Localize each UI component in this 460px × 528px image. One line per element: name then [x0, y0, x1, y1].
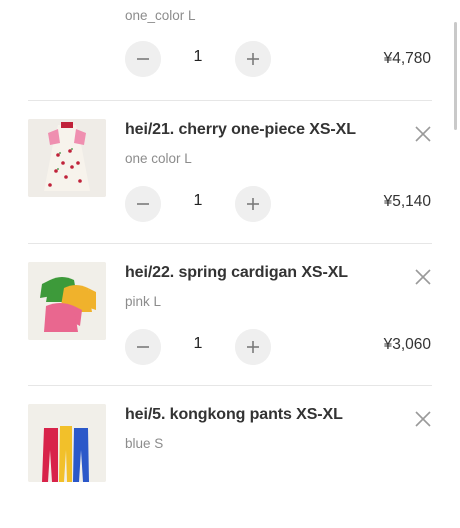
colored-pants-image — [28, 404, 106, 482]
spring-cardigans-image — [28, 262, 106, 340]
plus-icon — [235, 186, 271, 222]
product-title[interactable]: hei/22. spring cardigan XS-XL — [125, 264, 348, 282]
increase-quantity-button[interactable] — [235, 186, 271, 222]
cherry-print-dress-image — [28, 119, 106, 197]
cart-item: hei/21. cherry one-piece XS-XL one color… — [0, 101, 460, 243]
product-variant: one color L — [125, 151, 192, 166]
close-icon — [415, 269, 431, 285]
product-title[interactable]: hei/5. kongkong pants XS-XL — [125, 406, 343, 424]
decrease-quantity-button[interactable] — [125, 41, 161, 77]
remove-item-button[interactable] — [414, 410, 432, 428]
product-variant: one_color L — [125, 8, 196, 23]
item-price: ¥4,780 — [383, 50, 431, 67]
product-variant: pink L — [125, 294, 162, 309]
quantity-value: 1 — [193, 48, 203, 65]
increase-quantity-button[interactable] — [235, 329, 271, 365]
item-price: ¥5,140 — [383, 193, 431, 210]
product-variant: blue S — [125, 436, 164, 451]
plus-icon — [235, 329, 271, 365]
item-price: ¥3,060 — [383, 336, 431, 353]
cart-item-list: one_color L 1 ¥4,780 hei/21. cherry one-… — [0, 0, 460, 482]
product-thumbnail[interactable] — [28, 404, 106, 482]
minus-icon — [125, 186, 161, 222]
close-icon — [415, 411, 431, 427]
plus-icon — [235, 41, 271, 77]
remove-item-button[interactable] — [414, 268, 432, 286]
product-thumbnail[interactable] — [28, 119, 106, 197]
quantity-value: 1 — [193, 192, 203, 209]
product-title[interactable]: hei/21. cherry one-piece XS-XL — [125, 121, 356, 139]
cart-item: hei/22. spring cardigan XS-XL pink L 1 ¥… — [0, 244, 460, 386]
minus-icon — [125, 329, 161, 365]
decrease-quantity-button[interactable] — [125, 329, 161, 365]
scrollbar[interactable] — [454, 22, 457, 130]
decrease-quantity-button[interactable] — [125, 186, 161, 222]
product-thumbnail[interactable] — [28, 262, 106, 340]
quantity-value: 1 — [193, 335, 203, 352]
close-icon — [415, 126, 431, 142]
cart-item: hei/5. kongkong pants XS-XL blue S — [0, 386, 460, 528]
remove-item-button[interactable] — [414, 125, 432, 143]
minus-icon — [125, 41, 161, 77]
increase-quantity-button[interactable] — [235, 41, 271, 77]
